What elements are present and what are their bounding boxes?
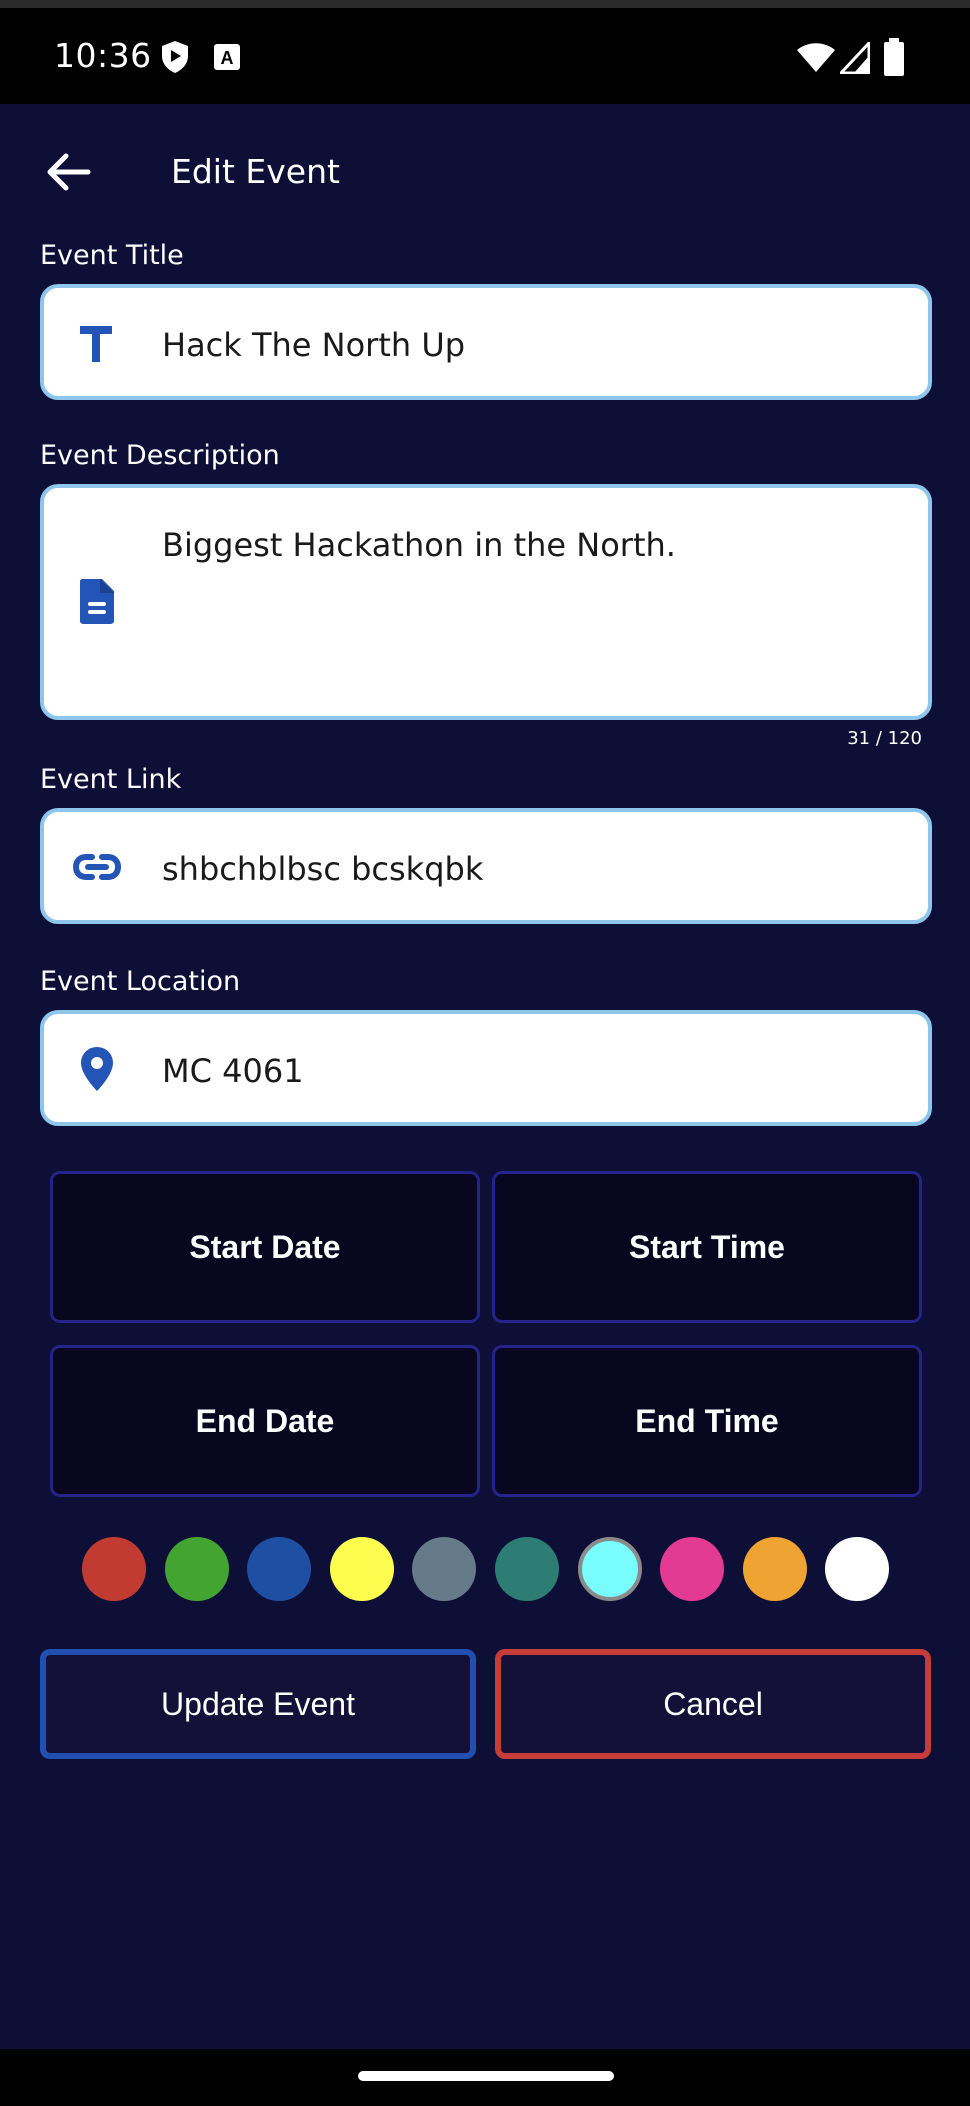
- wifi-icon: [796, 42, 836, 79]
- color-swatch[interactable]: [660, 1537, 725, 1601]
- location-pin-icon: [72, 1044, 122, 1094]
- back-button[interactable]: [44, 148, 92, 196]
- color-swatch[interactable]: [742, 1537, 807, 1601]
- cancel-label: Cancel: [663, 1685, 763, 1722]
- arrow-back-icon: [47, 153, 91, 191]
- color-swatch[interactable]: [825, 1537, 890, 1601]
- event-title-value: Hack The North Up: [162, 326, 466, 364]
- event-link-label: Event Link: [40, 764, 182, 795]
- start-date-button[interactable]: Start Date: [50, 1171, 480, 1323]
- window-top-border: [0, 0, 970, 8]
- event-description-field[interactable]: Biggest Hackathon in the North.: [40, 484, 932, 720]
- start-date-label: Start Date: [189, 1228, 341, 1265]
- description-char-counter: 31 / 120: [847, 728, 922, 749]
- event-location-label: Event Location: [40, 966, 241, 997]
- signal-icon: [837, 39, 871, 79]
- font-icon: A: [213, 43, 241, 76]
- update-event-button[interactable]: Update Event: [40, 1649, 476, 1759]
- event-title-label: Event Title: [40, 240, 184, 271]
- status-time: 10:36: [54, 36, 152, 75]
- home-indicator[interactable]: [358, 2071, 614, 2081]
- event-location-value: MC 4061: [162, 1052, 304, 1090]
- color-swatch[interactable]: [577, 1537, 642, 1601]
- title-icon: [72, 318, 122, 368]
- event-link-field[interactable]: shbchblbsc bcskqbk: [40, 808, 932, 924]
- color-swatch[interactable]: [164, 1537, 229, 1601]
- start-time-button[interactable]: Start Time: [492, 1171, 922, 1323]
- app-bar: Edit Event: [0, 104, 970, 236]
- document-icon: [72, 576, 122, 626]
- start-time-label: Start Time: [629, 1228, 785, 1265]
- end-time-button[interactable]: End Time: [492, 1345, 922, 1497]
- event-location-field[interactable]: MC 4061: [40, 1010, 932, 1126]
- color-picker: [82, 1537, 892, 1601]
- event-link-value: shbchblbsc bcskqbk: [162, 850, 484, 888]
- color-swatch[interactable]: [82, 1537, 146, 1601]
- color-swatch[interactable]: [329, 1537, 394, 1601]
- end-time-label: End Time: [635, 1402, 779, 1439]
- shield-icon: [160, 40, 190, 79]
- color-swatch[interactable]: [247, 1537, 312, 1601]
- update-event-label: Update Event: [161, 1685, 355, 1722]
- event-title-field[interactable]: Hack The North Up: [40, 284, 932, 400]
- battery-icon: [883, 38, 905, 81]
- event-description-value: Biggest Hackathon in the North.: [162, 526, 676, 564]
- page-title: Edit Event: [171, 152, 340, 191]
- status-bar: 10:36 A: [0, 8, 970, 104]
- link-icon: [72, 842, 122, 892]
- cancel-button[interactable]: Cancel: [495, 1649, 931, 1759]
- end-date-button[interactable]: End Date: [50, 1345, 480, 1497]
- color-swatch[interactable]: [495, 1537, 559, 1601]
- end-date-label: End Date: [195, 1402, 335, 1439]
- svg-text:A: A: [221, 48, 234, 68]
- event-description-label: Event Description: [40, 440, 280, 471]
- color-swatch[interactable]: [412, 1537, 477, 1601]
